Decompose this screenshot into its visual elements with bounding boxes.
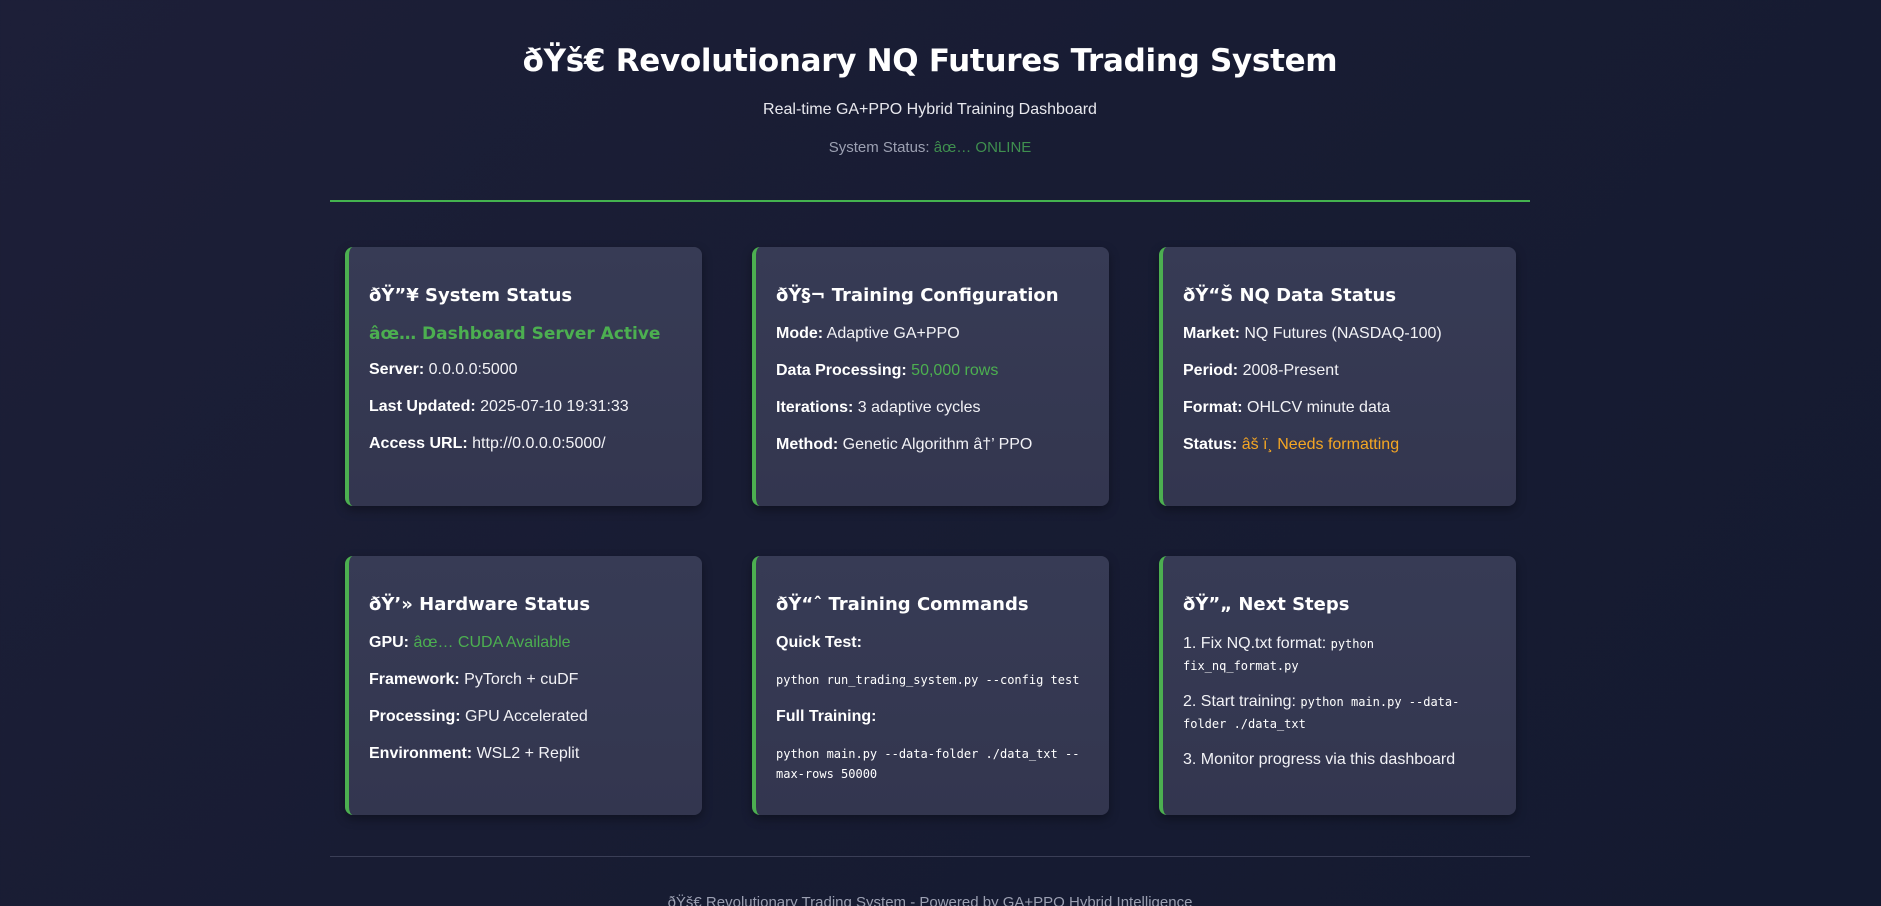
iterations-row: Iterations: 3 adaptive cycles [776,398,1089,418]
next-step-1: 1. Fix NQ.txt format: python fix_nq_form… [1183,633,1496,677]
next-step-2: 2. Start training: python main.py --data… [1183,691,1496,735]
full-training-command[interactable]: python main.py --data-folder ./data_txt … [776,744,1089,784]
row-label: Period: [1183,362,1239,379]
full-training-label: Full Training: [776,708,877,725]
card-title: ðŸ”„ Next Steps [1183,594,1350,615]
next-steps-card: ðŸ”„ Next Steps 1. Fix NQ.txt format: py… [1159,556,1516,815]
period-row: Period: 2008-Present [1183,361,1496,381]
row-value: Genetic Algorithm â†’ PPO [842,436,1033,453]
card-title: ðŸ’» Hardware Status [369,594,591,615]
row-label: GPU: [369,634,409,651]
row-label: Mode: [776,325,824,342]
row-label: Status: [1183,436,1238,453]
format-row: Format: OHLCV minute data [1183,398,1496,418]
quick-test-command[interactable]: python run_trading_system.py --config te… [776,670,1089,690]
framework-row: Framework: PyTorch + cuDF [369,670,682,690]
row-value: GPU Accelerated [465,708,588,725]
row-label: Access URL: [369,435,468,452]
training-commands-card: ðŸ“ˆ Training Commands Quick Test: pytho… [752,556,1109,815]
row-value: âœ… CUDA Available [413,634,571,651]
server-active-indicator: âœ… Dashboard Server Active [369,324,661,344]
system-status-value: âœ… ONLINE [933,139,1032,156]
training-config-card: ðŸ§¬ Training Configuration Mode: Adapti… [752,247,1109,506]
row-value: âš ï¸ Needs formatting [1241,436,1400,453]
mode-row: Mode: Adaptive GA+PPO [776,324,1089,344]
next-step-3: 3. Monitor progress via this dashboard [1183,749,1496,771]
row-value: NQ Futures (NASDAQ-100) [1244,325,1442,342]
row-label: Environment: [369,745,473,762]
row-value: 0.0.0.0:5000 [428,361,518,378]
row-value: 3 adaptive cycles [857,399,981,416]
data-processing-row: Data Processing: 50,000 rows [776,361,1089,381]
market-row: Market: NQ Futures (NASDAQ-100) [1183,324,1496,344]
system-status-card: ðŸ”¥ System Status âœ… Dashboard Server … [345,247,702,506]
nq-data-status-card: ðŸ“Š NQ Data Status Market: NQ Futures (… [1159,247,1516,506]
processing-row: Processing: GPU Accelerated [369,707,682,727]
system-status-line: System Status: âœ… ONLINE [330,139,1530,156]
row-label: Iterations: [776,399,854,416]
row-label: Market: [1183,325,1240,342]
row-value: OHLCV minute data [1247,399,1391,416]
footer-divider [330,856,1530,857]
access-url-row: Access URL: http://0.0.0.0:5000/ [369,434,682,454]
row-value: 2008-Present [1242,362,1339,379]
step-text: 3. Monitor progress via this dashboard [1183,751,1456,768]
row-value: PyTorch + cuDF [464,671,579,688]
header-divider [330,200,1530,202]
data-status-row: Status: âš ï¸ Needs formatting [1183,435,1496,455]
step-text: 1. Fix NQ.txt format: [1183,635,1327,652]
page-subtitle: Real-time GA+PPO Hybrid Training Dashboa… [763,101,1097,118]
step-text: 2. Start training: [1183,693,1296,710]
last-updated-row: Last Updated: 2025-07-10 19:31:33 [369,397,682,417]
card-title: ðŸ“ˆ Training Commands [776,594,1029,615]
page-title: ðŸš€ Revolutionary NQ Futures Trading Sy… [522,43,1338,79]
server-row: Server: 0.0.0.0:5000 [369,360,682,380]
row-label: Data Processing: [776,362,907,379]
command-line: max-rows 50000 [776,767,878,781]
row-label: Last Updated: [369,398,476,415]
gpu-row: GPU: âœ… CUDA Available [369,633,682,653]
method-row: Method: Genetic Algorithm â†’ PPO [776,435,1089,455]
row-value: 50,000 rows [911,362,999,379]
step-code[interactable]: python main.py --data- [1300,695,1459,709]
card-grid: ðŸ”¥ System Status âœ… Dashboard Server … [345,247,1516,815]
row-label: Method: [776,436,839,453]
row-label: Processing: [369,708,461,725]
hardware-status-card: ðŸ’» Hardware Status GPU: âœ… CUDA Avail… [345,556,702,815]
quick-test-label: Quick Test: [776,634,862,651]
dashboard-container: ðŸš€ Revolutionary NQ Futures Trading Sy… [330,0,1530,906]
system-status-label: System Status: [828,139,930,156]
card-title: ðŸ“Š NQ Data Status [1183,285,1397,306]
row-value: 2025-07-10 19:31:33 [480,398,629,415]
row-label: Format: [1183,399,1243,416]
command-line: python main.py --data-folder ./data_txt … [776,747,1080,761]
row-value: WSL2 + Replit [476,745,580,762]
row-label: Framework: [369,671,460,688]
row-value: Adaptive GA+PPO [826,325,960,342]
access-url-value: http://0.0.0.0:5000/ [472,435,606,452]
page-footer: ðŸš€ Revolutionary Trading System - Powe… [667,894,1193,906]
row-label: Server: [369,361,425,378]
card-title: ðŸ”¥ System Status [369,285,573,306]
card-title: ðŸ§¬ Training Configuration [776,285,1059,306]
environment-row: Environment: WSL2 + Replit [369,744,682,764]
step-code[interactable]: folder ./data_txt [1183,717,1306,731]
page-header: ðŸš€ Revolutionary NQ Futures Trading Sy… [330,0,1530,156]
